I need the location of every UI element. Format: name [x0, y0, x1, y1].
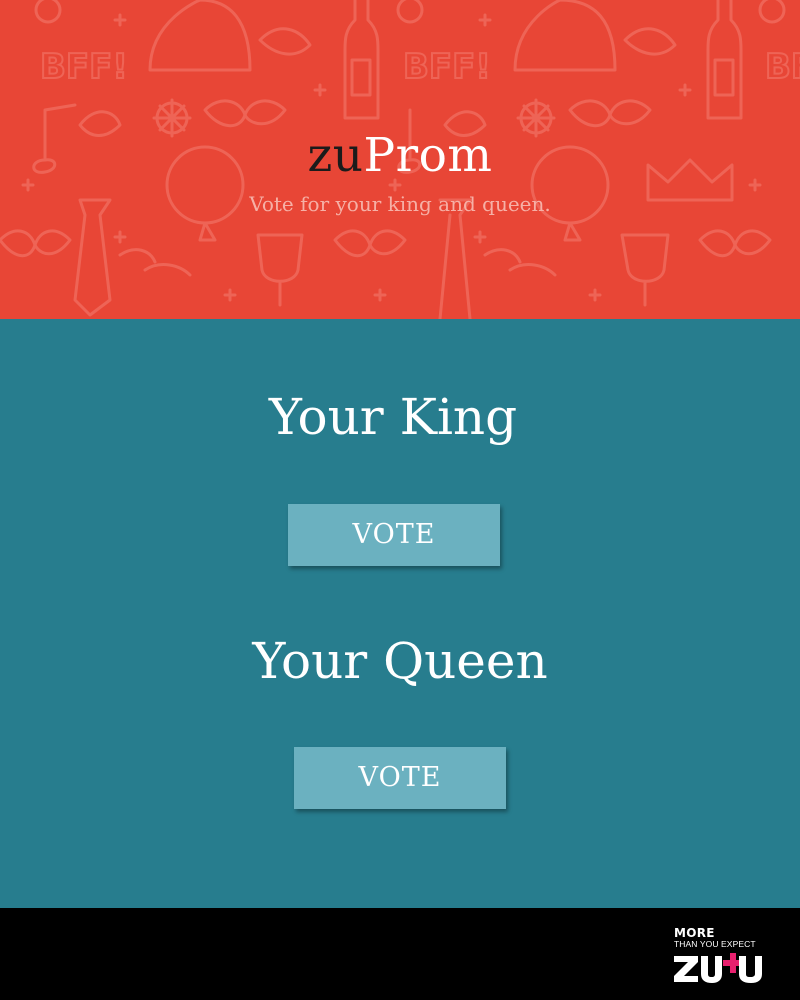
- bff-text-icon: BFF!: [403, 47, 491, 87]
- queen-heading: Your Queen: [252, 632, 548, 690]
- vote-king-button[interactable]: VOTE: [288, 504, 500, 566]
- app-title: zuProm: [0, 128, 800, 184]
- brand-main: Prom: [363, 128, 493, 183]
- brand-prefix: zu: [307, 128, 364, 183]
- voting-section: Your King VOTE Your Queen VOTE: [0, 319, 800, 908]
- hero-header: BFF! BFF! BFF! zuProm Vote for your king…: [0, 0, 800, 319]
- footer: MORE THAN YOU EXPECT: [0, 908, 800, 1000]
- king-heading: Your King: [268, 388, 518, 446]
- bff-text-icon: BFF!: [40, 47, 128, 87]
- tagline: Vote for your king and queen.: [249, 192, 551, 216]
- zuu-logo[interactable]: MORE THAN YOU EXPECT: [672, 926, 772, 986]
- logo-tagline-text: THAN YOU EXPECT: [674, 939, 756, 949]
- logo-more-text: MORE: [674, 926, 715, 940]
- bff-text-icon: BFF!: [765, 47, 800, 87]
- zuu-logo-mark-icon: [674, 953, 762, 983]
- vote-queen-button[interactable]: VOTE: [294, 747, 506, 809]
